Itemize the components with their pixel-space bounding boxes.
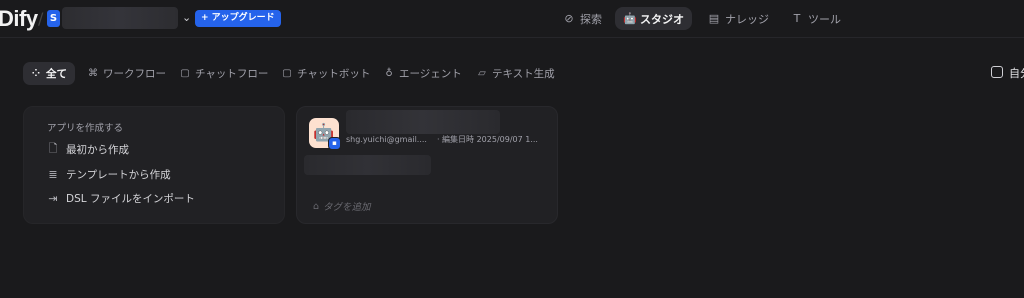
tab-all-label: 全て [46,68,67,80]
nav-studio-label: スタジオ [640,12,684,26]
app-edited-time: · 編集日時 2025/09/07 1... [436,135,538,144]
top-navigation-bar: Dify / S ⌄ + アップグレード ⊘ 探索 🤖 スタジオ ▤ ナレッジ … [0,0,1024,38]
mine-only-checkbox[interactable] [991,66,1003,78]
text-icon: ▱ [478,68,486,79]
add-tag-button[interactable]: ⌂ タグを追加 [313,199,371,214]
create-from-blank-label: 最初から作成 [66,144,129,156]
template-icon: ≣ [48,168,58,181]
nav-tools[interactable]: T ツール [783,7,849,30]
tab-chatflow[interactable]: ▢ チャットフロー [172,62,276,85]
create-app-card: アプリを作成する 🗋 最初から作成 ≣ テンプレートから作成 ⇥ DSL ファイ… [23,106,285,224]
tab-agent-label: エージェント [399,68,462,80]
import-icon: ⇥ [48,192,58,205]
app-name-redacted [346,110,500,134]
dify-logo[interactable]: Dify [0,6,38,32]
add-tag-label: タグを追加 [323,202,371,213]
breadcrumb-separator: / [38,9,44,28]
app-filter-bar: ⁘ 全て ⌘ ワークフロー ▢ チャットフロー ▢ チャットボット ♁ エージェ… [0,60,1024,86]
create-from-template-button[interactable]: ≣ テンプレートから作成 [47,167,171,182]
tab-text-generation-label: テキスト生成 [492,68,555,80]
chatflow-icon: ▢ [180,68,190,79]
compass-icon: ⊘ [564,12,574,25]
chatbot-type-icon: ▪ [328,137,341,150]
import-dsl-button[interactable]: ⇥ DSL ファイルをインポート [47,191,195,206]
hammer-icon: T [793,12,801,25]
tab-chatflow-label: チャットフロー [195,68,269,80]
app-meta: shg.yuichi@gmail.... · 編集日時 2025/09/07 1.… [346,134,538,145]
import-dsl-label: DSL ファイルをインポート [66,193,195,205]
nav-tools-label: ツール [808,12,841,26]
nav-explore-label: 探索 [580,12,602,26]
nav-knowledge[interactable]: ▤ ナレッジ [700,7,777,30]
workspace-avatar[interactable]: S [47,10,60,27]
nav-studio[interactable]: 🤖 スタジオ [615,7,692,30]
workspace-name-redacted[interactable] [62,7,178,29]
chevron-down-icon[interactable]: ⌄ [182,11,191,24]
book-icon: ▤ [708,12,720,25]
tab-text-generation[interactable]: ▱ テキスト生成 [469,62,563,85]
robot-icon: 🤖 [623,12,637,25]
tab-workflow-label: ワークフロー [103,68,166,80]
tab-agent[interactable]: ♁ エージェント [376,62,470,85]
agent-icon: ♁ [385,68,393,79]
create-from-template-label: テンプレートから作成 [66,169,171,181]
tab-all[interactable]: ⁘ 全て [23,62,75,85]
mine-only-label: 自分 [1009,67,1024,80]
tab-chatbot[interactable]: ▢ チャットボット [274,62,378,85]
nav-knowledge-label: ナレッジ [725,12,769,26]
create-app-title: アプリを作成する [47,123,124,134]
chatbot-icon: ▢ [282,68,292,79]
app-author: shg.yuichi@gmail.... [346,135,427,144]
upgrade-button[interactable]: + アップグレード [195,10,281,27]
app-description-redacted [304,155,431,175]
workflow-icon: ⌘ [88,68,98,79]
tab-chatbot-label: チャットボット [297,68,371,80]
nav-explore[interactable]: ⊘ 探索 [555,7,610,30]
tab-workflow[interactable]: ⌘ ワークフロー [80,62,174,85]
app-card[interactable]: 🤖 ▪ shg.yuichi@gmail.... · 編集日時 2025/09/0… [296,106,558,224]
tag-icon: ⌂ [313,200,320,212]
grid-icon: ⁘ [31,68,41,79]
create-from-blank-button[interactable]: 🗋 最初から作成 [47,140,129,159]
file-plus-icon: 🗋 [48,142,58,155]
